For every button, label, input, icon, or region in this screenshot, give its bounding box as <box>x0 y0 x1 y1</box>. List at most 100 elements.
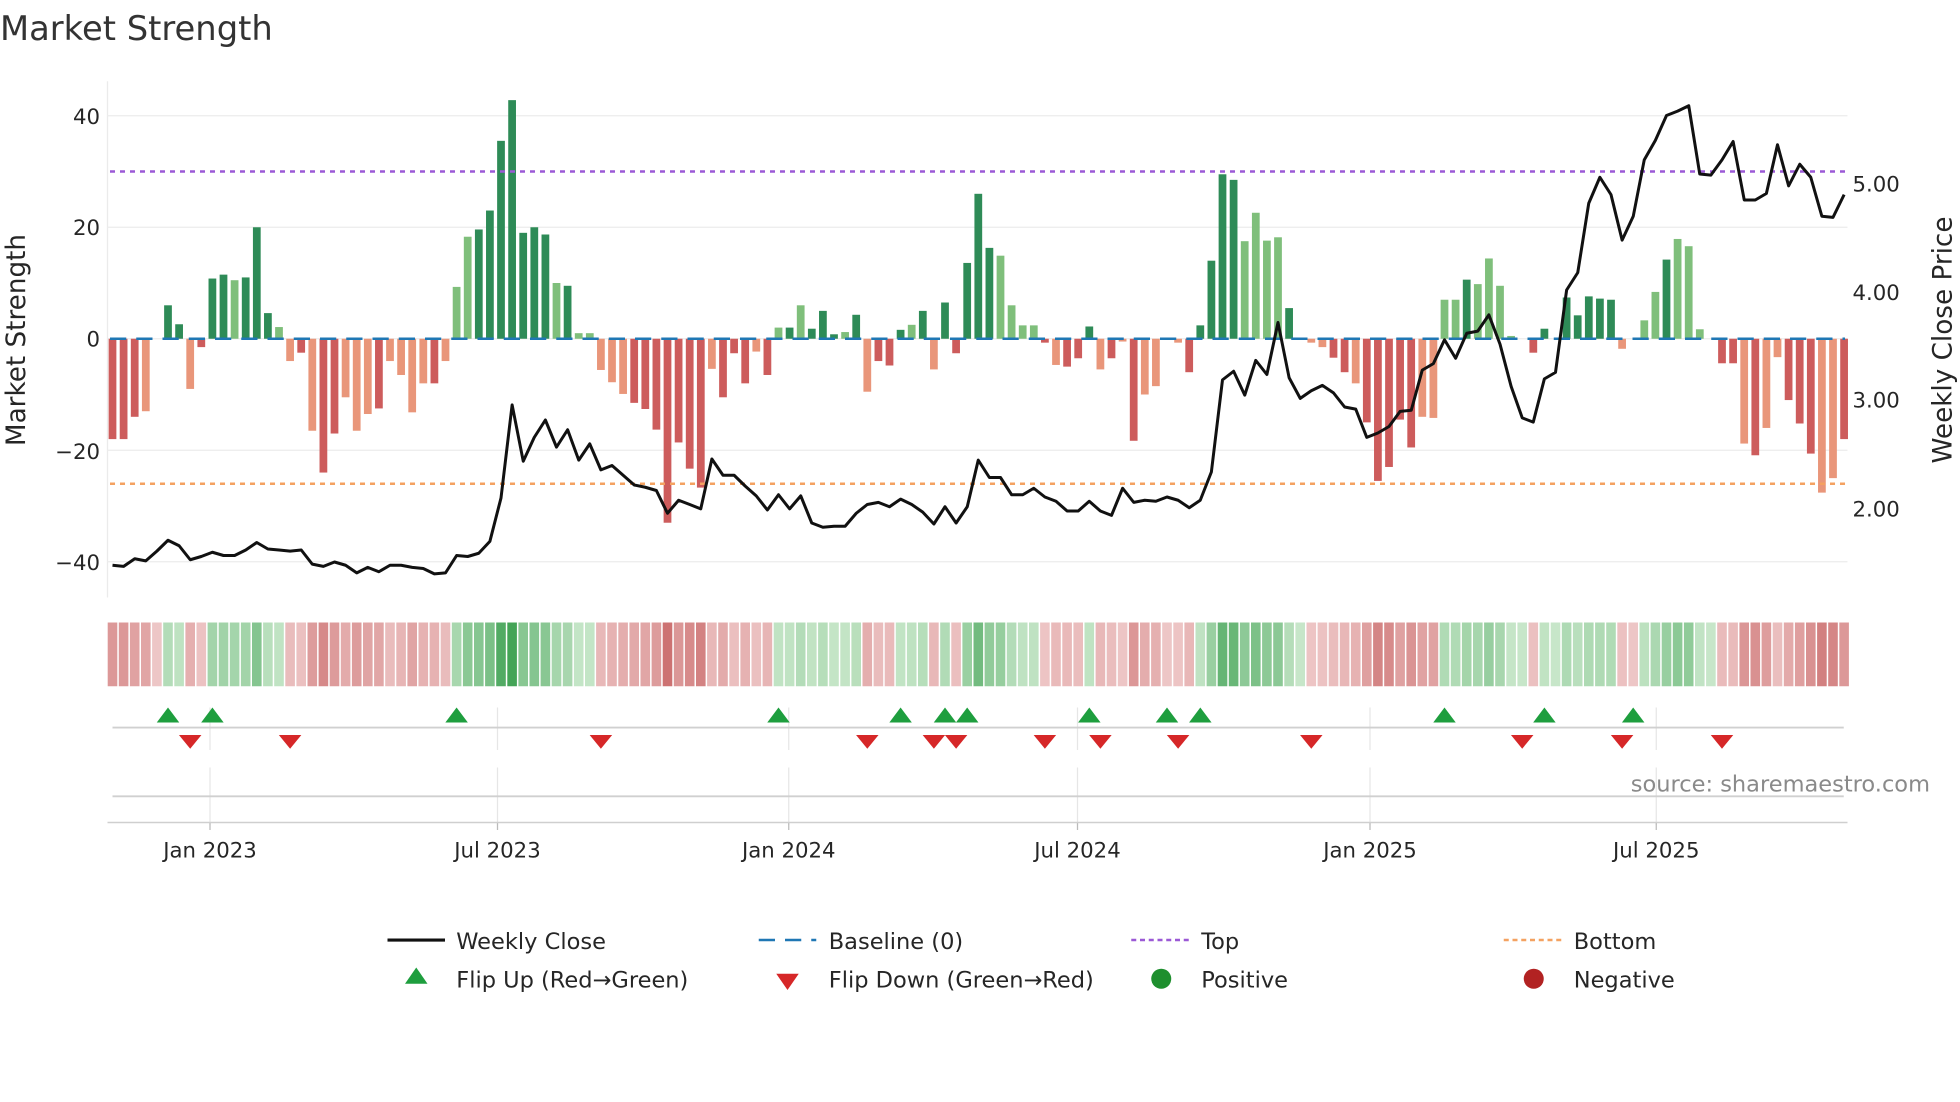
strength-bar <box>685 338 694 469</box>
grid-lines <box>106 81 1848 831</box>
strength-bar <box>952 338 960 354</box>
flip-down-marker <box>1710 735 1734 749</box>
strength-bar <box>1618 338 1626 349</box>
strength-bar <box>508 100 516 339</box>
strength-bar <box>297 338 306 353</box>
strength-bar <box>597 338 605 370</box>
strength-bar <box>1307 338 1316 343</box>
x-tick-label: Jan 2025 <box>1321 839 1417 864</box>
strength-bar <box>1762 338 1771 428</box>
heat-cell <box>1295 622 1305 687</box>
strength-bar <box>1229 179 1238 339</box>
strength-bar <box>230 280 239 339</box>
heat-cell <box>840 622 850 687</box>
heat-cell <box>1817 622 1827 687</box>
heat-cell <box>1428 622 1439 687</box>
heat-cell <box>240 622 251 687</box>
strength-bar <box>452 286 461 339</box>
flip-down-marker <box>1033 735 1057 749</box>
flip-up-marker <box>201 707 224 723</box>
strength-bar <box>1029 325 1038 339</box>
strength-bar <box>519 232 528 339</box>
heat-cell <box>307 622 318 687</box>
legend-item-flip-down: Flip Down (Green→Red) <box>776 968 1094 994</box>
strength-bar <box>874 338 883 362</box>
heat-cell <box>107 622 118 687</box>
heat-cell <box>396 622 406 687</box>
strength-bar <box>419 338 428 384</box>
strength-bar <box>530 227 539 339</box>
flip-down-marker <box>1300 735 1323 749</box>
heat-cell <box>1173 622 1183 687</box>
heat-cell <box>1117 622 1128 687</box>
strength-bar <box>375 338 383 409</box>
heat-cell <box>829 622 839 687</box>
y2-tick-label: 5.00 <box>1853 172 1900 197</box>
y-tick-label: 40 <box>73 105 100 130</box>
heat-cell <box>1561 622 1572 687</box>
strength-bar <box>1318 338 1327 348</box>
heat-cell <box>152 622 162 687</box>
strength-bar <box>219 274 228 339</box>
heat-cell <box>696 622 706 687</box>
flip-down-marker <box>1610 735 1634 749</box>
strength-bar <box>1196 325 1205 339</box>
heat-cell <box>385 622 395 687</box>
strength-bar <box>486 210 494 339</box>
strength-bar <box>175 324 183 339</box>
strength-bar <box>807 328 816 339</box>
heat-cell <box>129 622 140 687</box>
heat-cell <box>1406 622 1416 687</box>
y-axis-ticks: 40 20 0 −20 −40 <box>55 105 100 576</box>
strength-bar <box>930 338 938 370</box>
circle-icon <box>1523 968 1544 989</box>
heat-cell <box>951 622 961 687</box>
strength-bar <box>885 338 894 366</box>
heat-cell <box>407 622 417 687</box>
legend-label: Bottom <box>1574 929 1657 955</box>
heat-cell <box>1650 622 1661 687</box>
heat-cell <box>496 622 506 687</box>
heat-cell <box>329 622 340 687</box>
strength-bar <box>974 193 983 339</box>
strength-bar <box>108 338 117 440</box>
heat-cell <box>1217 622 1228 687</box>
heat-cell <box>185 622 195 687</box>
heat-cell <box>1439 622 1450 687</box>
strength-bar <box>330 338 339 434</box>
strength-bar <box>1285 308 1293 339</box>
strength-bar <box>1007 305 1016 339</box>
strength-bar <box>208 278 217 339</box>
heat-cell <box>252 622 262 687</box>
strength-bar <box>1718 338 1726 364</box>
heat-cell <box>629 622 639 687</box>
strength-bar <box>1573 315 1582 339</box>
heat-cell <box>207 622 218 687</box>
strength-bar <box>119 338 128 440</box>
y-tick-label: −40 <box>55 551 100 576</box>
heat-cell <box>1717 622 1727 687</box>
heat-cell <box>163 622 173 687</box>
y-tick-label: −20 <box>55 440 100 465</box>
legend-label: Negative <box>1574 968 1675 994</box>
heat-cell <box>1661 622 1672 687</box>
strength-bar <box>907 324 916 339</box>
strength-bar <box>474 229 483 339</box>
flip-down-marker <box>1089 735 1112 749</box>
heat-cell <box>684 622 695 687</box>
x-tick-label: Jul 2025 <box>1611 839 1699 864</box>
strength-bar <box>863 338 872 392</box>
heat-cell <box>1606 622 1616 687</box>
heat-cell <box>285 622 295 687</box>
strength-bar <box>341 338 350 398</box>
triangle-up-icon <box>405 967 428 984</box>
heat-cell <box>995 622 1006 687</box>
strength-bar <box>319 338 328 473</box>
strength-bar <box>696 338 705 488</box>
strength-bar <box>1329 338 1338 358</box>
heat-cell <box>1195 622 1206 687</box>
heat-cell <box>274 622 284 687</box>
strength-bar <box>1673 238 1682 339</box>
heat-cell <box>940 622 950 687</box>
heat-cell <box>1339 622 1350 687</box>
